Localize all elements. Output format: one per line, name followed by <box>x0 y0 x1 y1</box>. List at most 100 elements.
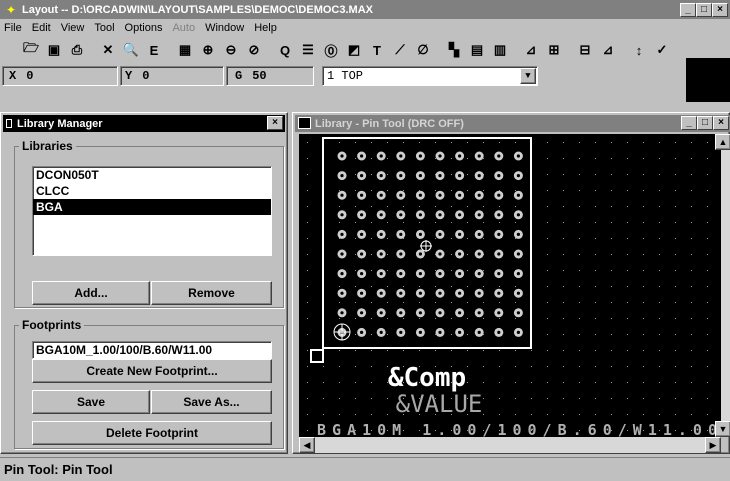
layer-select[interactable]: 1 TOP ▼ <box>322 66 538 86</box>
add-button[interactable]: Add... <box>32 281 150 305</box>
pad-center <box>418 311 422 315</box>
scroll-left-icon[interactable]: ◀ <box>299 437 315 453</box>
pin-window-close-button[interactable]: × <box>713 116 729 130</box>
grid-dot <box>691 206 692 207</box>
menu-tool[interactable]: Tool <box>94 22 114 34</box>
autoroute-icon[interactable]: ▤ <box>466 39 488 61</box>
online-drc-icon[interactable]: ▥ <box>489 39 511 61</box>
grid-dot <box>547 254 548 255</box>
library-manager-close-button[interactable]: × <box>267 116 283 130</box>
refresh-icon[interactable]: ↕ <box>628 39 650 61</box>
pad-center <box>418 272 422 276</box>
pin-icon[interactable]: ⓪ <box>320 39 342 61</box>
grid-dot <box>595 174 596 175</box>
horizontal-scrollbar[interactable]: ◀ ▶ <box>299 437 721 453</box>
grid-dot <box>627 254 628 255</box>
pad-center <box>399 174 403 178</box>
grid-dot <box>707 382 708 383</box>
vertical-scrollbar[interactable]: ▲ ▼ <box>715 134 730 437</box>
pad-center <box>477 330 481 334</box>
grid-dot <box>371 270 372 271</box>
spreadsheet-icon[interactable]: ▦ <box>174 39 196 61</box>
grid-dot <box>579 270 580 271</box>
obstacle-icon[interactable]: ◩ <box>343 39 365 61</box>
grid-dot <box>435 238 436 239</box>
chevron-down-icon[interactable]: ▼ <box>520 68 536 84</box>
pin-window-maximize-button[interactable]: □ <box>697 116 713 130</box>
text-icon[interactable]: T <box>366 39 388 61</box>
pad-center <box>516 291 520 295</box>
reports-icon[interactable]: ⊿ <box>520 39 542 61</box>
grid-dot <box>531 398 532 399</box>
grid-dot <box>467 286 468 287</box>
close-button[interactable]: × <box>712 2 728 17</box>
menu-auto: Auto <box>172 22 196 34</box>
grid-dot <box>323 366 324 367</box>
print-icon[interactable]: ⎙ <box>66 39 88 61</box>
pad-center <box>516 272 520 276</box>
find-icon[interactable]: 🔍 <box>120 39 142 61</box>
scroll-up-icon[interactable]: ▲ <box>715 134 730 150</box>
scroll-right-icon[interactable]: ▶ <box>705 437 721 453</box>
pad-center <box>360 330 364 334</box>
menu-edit[interactable]: Edit <box>32 22 51 34</box>
grid-dot <box>339 382 340 383</box>
post-process-icon[interactable]: ⊞ <box>543 39 565 61</box>
pin-window-minimize-button[interactable]: _ <box>681 116 697 130</box>
open-icon[interactable]: 🗁 <box>20 39 42 61</box>
zoom-out-icon[interactable]: ⊖ <box>220 39 242 61</box>
save-button[interactable]: Save <box>32 390 150 414</box>
component-icon[interactable]: ☰ <box>297 39 319 61</box>
grid-dot <box>595 206 596 207</box>
grid-dot <box>707 350 708 351</box>
grid-dot <box>611 254 612 255</box>
check-icon[interactable]: ✓ <box>651 39 673 61</box>
menu-window[interactable]: Window <box>205 22 244 34</box>
connection-icon[interactable]: ⟋ <box>389 39 411 61</box>
library-icon[interactable]: ⊟ <box>574 39 596 61</box>
save-icon[interactable]: ▣ <box>43 39 65 61</box>
footprint-canvas[interactable]: &Comp &VALUE BGA10M_1.00/100/B.60/W11.00 <box>299 134 721 437</box>
scroll-down-icon[interactable]: ▼ <box>715 421 730 437</box>
grid-dot <box>627 222 628 223</box>
footprint-name-field[interactable]: BGA10M_1.00/100/B.60/W11.00 <box>32 341 272 359</box>
pad-center <box>438 272 442 276</box>
grid-dot <box>563 174 564 175</box>
grid-dot <box>435 142 436 143</box>
create-new-footprint-button[interactable]: Create New Footprint... <box>32 359 272 383</box>
menu-view[interactable]: View <box>61 22 85 34</box>
menu-help[interactable]: Help <box>254 22 277 34</box>
minimize-button[interactable]: _ <box>680 2 696 17</box>
zoom-in-icon[interactable]: ⊕ <box>197 39 219 61</box>
menu-options[interactable]: Options <box>125 22 163 34</box>
reconnect-icon[interactable]: ▚ <box>443 39 465 61</box>
pad-center <box>497 291 501 295</box>
zoom-all-icon[interactable]: ⊘ <box>243 39 265 61</box>
grid-dot <box>499 286 500 287</box>
footprint-name-label: BGA10M_1.00/100/B.60/W11.00 <box>317 421 717 437</box>
save-as-button[interactable]: Save As... <box>151 390 272 414</box>
app-icon[interactable]: ✦ <box>3 3 19 17</box>
error-icon[interactable]: ∅ <box>412 39 434 61</box>
layer-value: 1 TOP <box>327 69 364 83</box>
pad-center <box>438 232 442 236</box>
delete-footprint-button[interactable]: Delete Footprint <box>32 421 272 445</box>
list-item[interactable]: DCON050T <box>33 167 271 183</box>
datum-marker <box>310 349 324 363</box>
list-item[interactable]: BGA <box>33 199 271 215</box>
maximize-button[interactable]: □ <box>696 2 712 17</box>
pad-center <box>477 311 481 315</box>
grid-dot <box>307 350 308 351</box>
pad-center <box>379 154 383 158</box>
grid-dot <box>563 222 564 223</box>
remove-button[interactable]: Remove <box>151 281 272 305</box>
query-icon[interactable]: Q <box>274 39 296 61</box>
list-item[interactable]: CLCC <box>33 183 271 199</box>
y-value: 0 <box>142 69 150 83</box>
menu-file[interactable]: File <box>4 22 22 34</box>
edit-icon[interactable]: E <box>143 39 165 61</box>
libraries-list[interactable]: DCON050T CLCC BGA <box>32 166 272 256</box>
footprint-icon[interactable]: ⊿ <box>597 39 619 61</box>
g-label: G <box>235 69 243 83</box>
delete-icon[interactable]: ✕ <box>97 39 119 61</box>
